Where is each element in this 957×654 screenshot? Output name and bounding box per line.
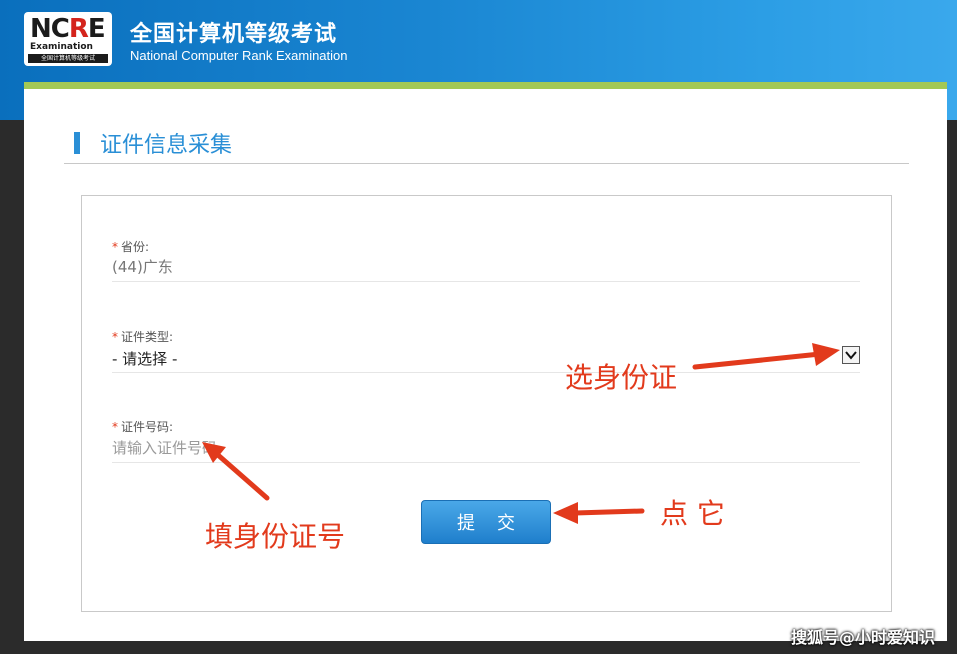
id-number-field: * 证件号码: bbox=[112, 418, 860, 463]
required-mark: * bbox=[112, 330, 118, 344]
id-type-select[interactable]: * 证件类型: - 请选择 - bbox=[112, 328, 860, 373]
logo-wordmark: NCRE bbox=[30, 14, 106, 44]
id-number-label-row: * 证件号码: bbox=[112, 418, 173, 435]
submit-button[interactable]: 提交 bbox=[421, 500, 551, 544]
id-number-label: 证件号码: bbox=[121, 420, 174, 434]
chevron-down-icon[interactable] bbox=[842, 346, 860, 364]
site-subtitle: National Computer Rank Examination bbox=[130, 48, 348, 63]
province-value: (44)广东 bbox=[112, 258, 173, 276]
province-label: 省份: bbox=[121, 240, 150, 254]
id-info-form: *省份: (44)广东 *证件类型: - 请选择 - *证件号码: 提交 bbox=[81, 195, 892, 612]
province-label-row: * 省份: bbox=[112, 238, 149, 255]
watermark: 搜狐号@小时爱知识 bbox=[790, 628, 935, 647]
section-divider bbox=[64, 163, 909, 164]
section-title: 证件信息采集 bbox=[100, 133, 233, 158]
section-title-marker bbox=[74, 132, 80, 154]
ncre-logo: NCRE Examination 全国计算机等级考试 bbox=[24, 12, 112, 66]
logo-bar-text: 全国计算机等级考试 bbox=[28, 54, 108, 63]
content-card: 证件信息采集 * 省份: (44)广东 * 证件类型: - 请选择 - * 证件号码: bbox=[24, 82, 947, 641]
annotation-fill-id: 填身份证号 bbox=[205, 520, 346, 553]
id-type-label: 证件类型: bbox=[121, 330, 174, 344]
required-mark: * bbox=[112, 420, 118, 434]
id-number-input[interactable] bbox=[112, 437, 852, 459]
annotation-select-id: 选身份证 bbox=[565, 361, 678, 394]
id-type-selected-value[interactable]: - 请选择 - bbox=[112, 348, 177, 369]
logo-subtext: Examination bbox=[30, 42, 93, 52]
province-field: * 省份: (44)广东 bbox=[112, 238, 860, 282]
id-type-label-row: * 证件类型: bbox=[112, 328, 173, 345]
annotation-click-it: 点 它 bbox=[660, 497, 725, 530]
required-mark: * bbox=[112, 240, 118, 254]
site-title: 全国计算机等级考试 bbox=[130, 22, 338, 47]
